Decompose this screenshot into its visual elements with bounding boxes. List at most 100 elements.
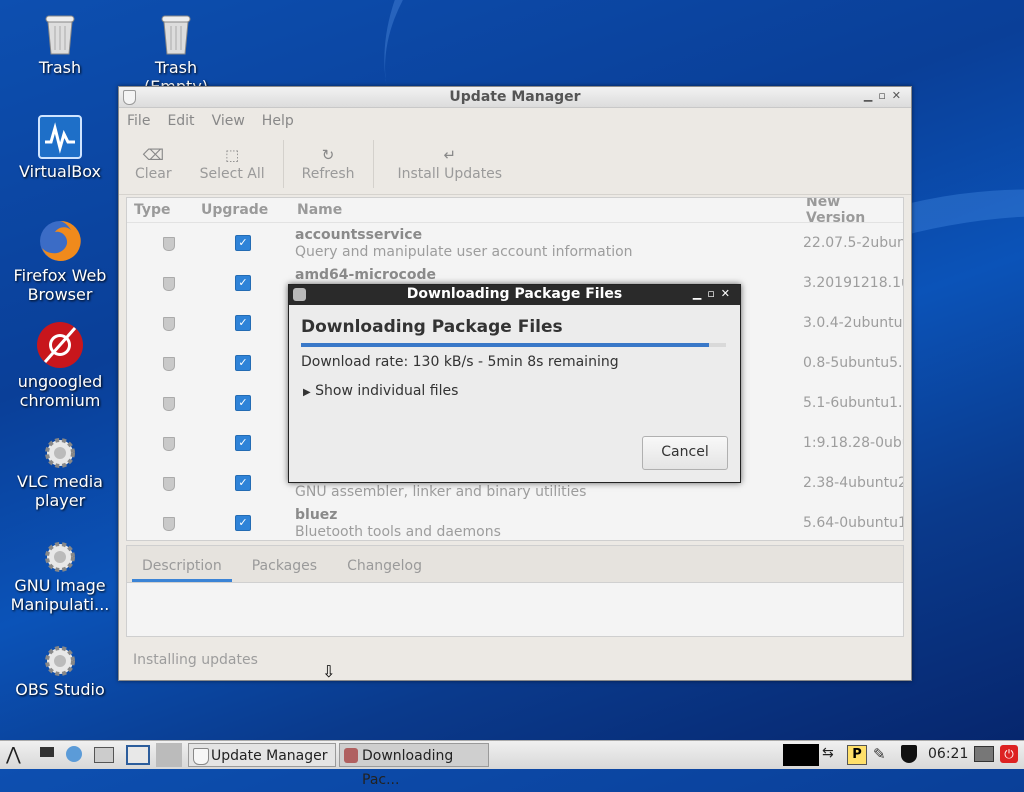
package-icon [344,748,358,763]
upgrade-checkbox[interactable]: ✓ [235,395,251,411]
cancel-button[interactable]: Cancel [642,436,728,470]
upgrade-checkbox[interactable]: ✓ [235,275,251,291]
package-version: 5.1-6ubuntu1.1 [803,395,904,411]
update-type-icon [163,437,175,451]
package-version: 3.20191218.1ubu [803,275,903,291]
triangle-right-icon: ▶ [303,387,311,398]
upgrade-checkbox[interactable]: ✓ [235,475,251,491]
upgrade-checkbox[interactable]: ✓ [235,355,251,371]
update-type-icon [163,477,175,491]
download-progress-bar [301,343,726,347]
window-icon[interactable] [126,745,150,765]
minimize-icon[interactable]: ▁ [864,89,878,102]
list-header: Type Upgrade Name New Version [127,198,903,226]
tab-changelog[interactable]: Changelog [337,558,432,582]
shield-icon [193,748,209,765]
column-name[interactable]: Name [297,202,342,218]
package-description: Query and manipulate user account inform… [295,244,633,260]
table-row[interactable]: ✓ bluez Bluetooth tools and daemons 5.64-0u… [127,503,903,540]
cursor-icon: ⇩ [322,662,336,681]
backspace-icon: ⌫ [142,146,164,164]
vpn-shield-icon[interactable] [901,745,917,763]
close-icon[interactable]: ✕ [721,287,736,300]
desktop-icon-virtualbox[interactable]: VirtualBox [5,114,115,181]
menu-help[interactable]: Help [262,113,294,129]
package-version: 5.64-0ubuntu1.2 [803,515,903,531]
minimize-icon[interactable]: ▁ [693,287,707,300]
upgrade-checkbox[interactable]: ✓ [235,515,251,531]
desktop-icon-label: Trash [38,58,82,77]
status-text: Installing updates [133,652,258,668]
install-updates-label: Install Updates [397,166,503,182]
desktop-icon-trash-empty[interactable]: Trash (Empty) [121,12,231,96]
upgrade-checkbox[interactable]: ✓ [235,315,251,331]
refresh-icon: ↻ [321,146,335,164]
tab-packages[interactable]: Packages [242,558,327,582]
files-icon[interactable] [94,747,114,763]
upgrade-checkbox[interactable]: ✓ [235,435,251,451]
details-panel: Description Packages Changelog [126,545,904,637]
desktop-icon-gimp[interactable]: GNU Image Manipulati... [5,540,115,614]
select-all-button[interactable]: ⬚ Select All [186,134,279,194]
install-updates-button[interactable]: ↵ Install Updates [378,134,517,194]
virtualbox-icon [38,115,82,159]
start-menu-icon[interactable]: ⋀ [6,744,21,765]
power-icon[interactable]: ⏻ [1000,745,1018,763]
desktop-icon-label: GNU Image Manipulati... [10,576,110,614]
trash-icon [45,15,75,55]
update-type-icon [163,277,175,291]
task-label: Update Manager [211,748,328,764]
clear-label: Clear [135,166,172,182]
p-icon[interactable]: P [847,745,867,765]
desktop-icon-vlc[interactable]: VLC media player [5,436,115,510]
plug-icon[interactable]: ✎ [873,745,886,763]
taskbar: ⋀ Update Manager Downloading Pac... ⇆ P … [0,740,1024,788]
menu-bar: File Edit View Help [119,108,911,134]
gear-icon [45,542,75,572]
screen-icon[interactable] [974,746,994,762]
chromium-icon [37,322,83,368]
desktop-icon-firefox[interactable]: Firefox Web Browser [5,218,115,304]
refresh-button[interactable]: ↻ Refresh [288,134,369,194]
firefox-icon [40,220,81,261]
expander-label: Show individual files [315,383,459,399]
menu-edit[interactable]: Edit [167,113,194,129]
tab-description[interactable]: Description [132,558,232,582]
task-update-manager[interactable]: Update Manager [188,743,336,767]
arrows-icon[interactable]: ⇆ [822,745,834,761]
close-icon[interactable]: ✕ [892,89,907,102]
update-type-icon [163,357,175,371]
package-name: bluez [295,507,338,523]
menu-file[interactable]: File [127,113,150,129]
task-downloading[interactable]: Downloading Pac... [339,743,489,788]
maximize-icon[interactable]: ▫ [878,89,891,102]
toolbar-separator [282,140,284,188]
maximize-icon[interactable]: ▫ [707,287,720,300]
window-title: Update Manager [449,89,581,105]
gear-icon [45,646,75,676]
window-titlebar[interactable]: Update Manager ▁▫✕ [119,87,911,108]
column-upgrade[interactable]: Upgrade [201,202,268,218]
gear-icon [45,438,75,468]
show-desktop-icon[interactable] [40,747,54,757]
upgrade-checkbox[interactable]: ✓ [235,235,251,251]
column-new-version[interactable]: New Version [806,198,903,226]
dialog-titlebar[interactable]: Downloading Package Files ▁▫✕ [289,285,740,305]
progress-fill [301,343,709,347]
menu-view[interactable]: View [212,113,245,129]
tray-black-box [783,744,819,766]
column-type[interactable]: Type [134,202,171,218]
details-tabs: Description Packages Changelog [127,546,903,583]
show-files-expander[interactable]: ▶ Show individual files [303,383,458,399]
desktop-icon-obs[interactable]: OBS Studio [5,644,115,699]
desktop-icon-trash[interactable]: Trash [5,12,115,77]
desktop-icon-label: Firefox Web Browser [13,266,107,304]
desktop-icon-chromium[interactable]: ungoogled chromium [5,320,115,410]
table-row[interactable]: ✓ accountsservice Query and manipulate use… [127,223,903,263]
toolbar: ⌫ Clear ⬚ Select All ↻ Refresh ↵ Install… [119,134,911,195]
trash-icon [161,15,191,55]
dialog-heading: Downloading Package Files [301,317,563,337]
clear-button[interactable]: ⌫ Clear [119,134,186,194]
package-version: 0.8-5ubuntu5.2 [803,355,904,371]
network-icon[interactable] [66,746,82,762]
